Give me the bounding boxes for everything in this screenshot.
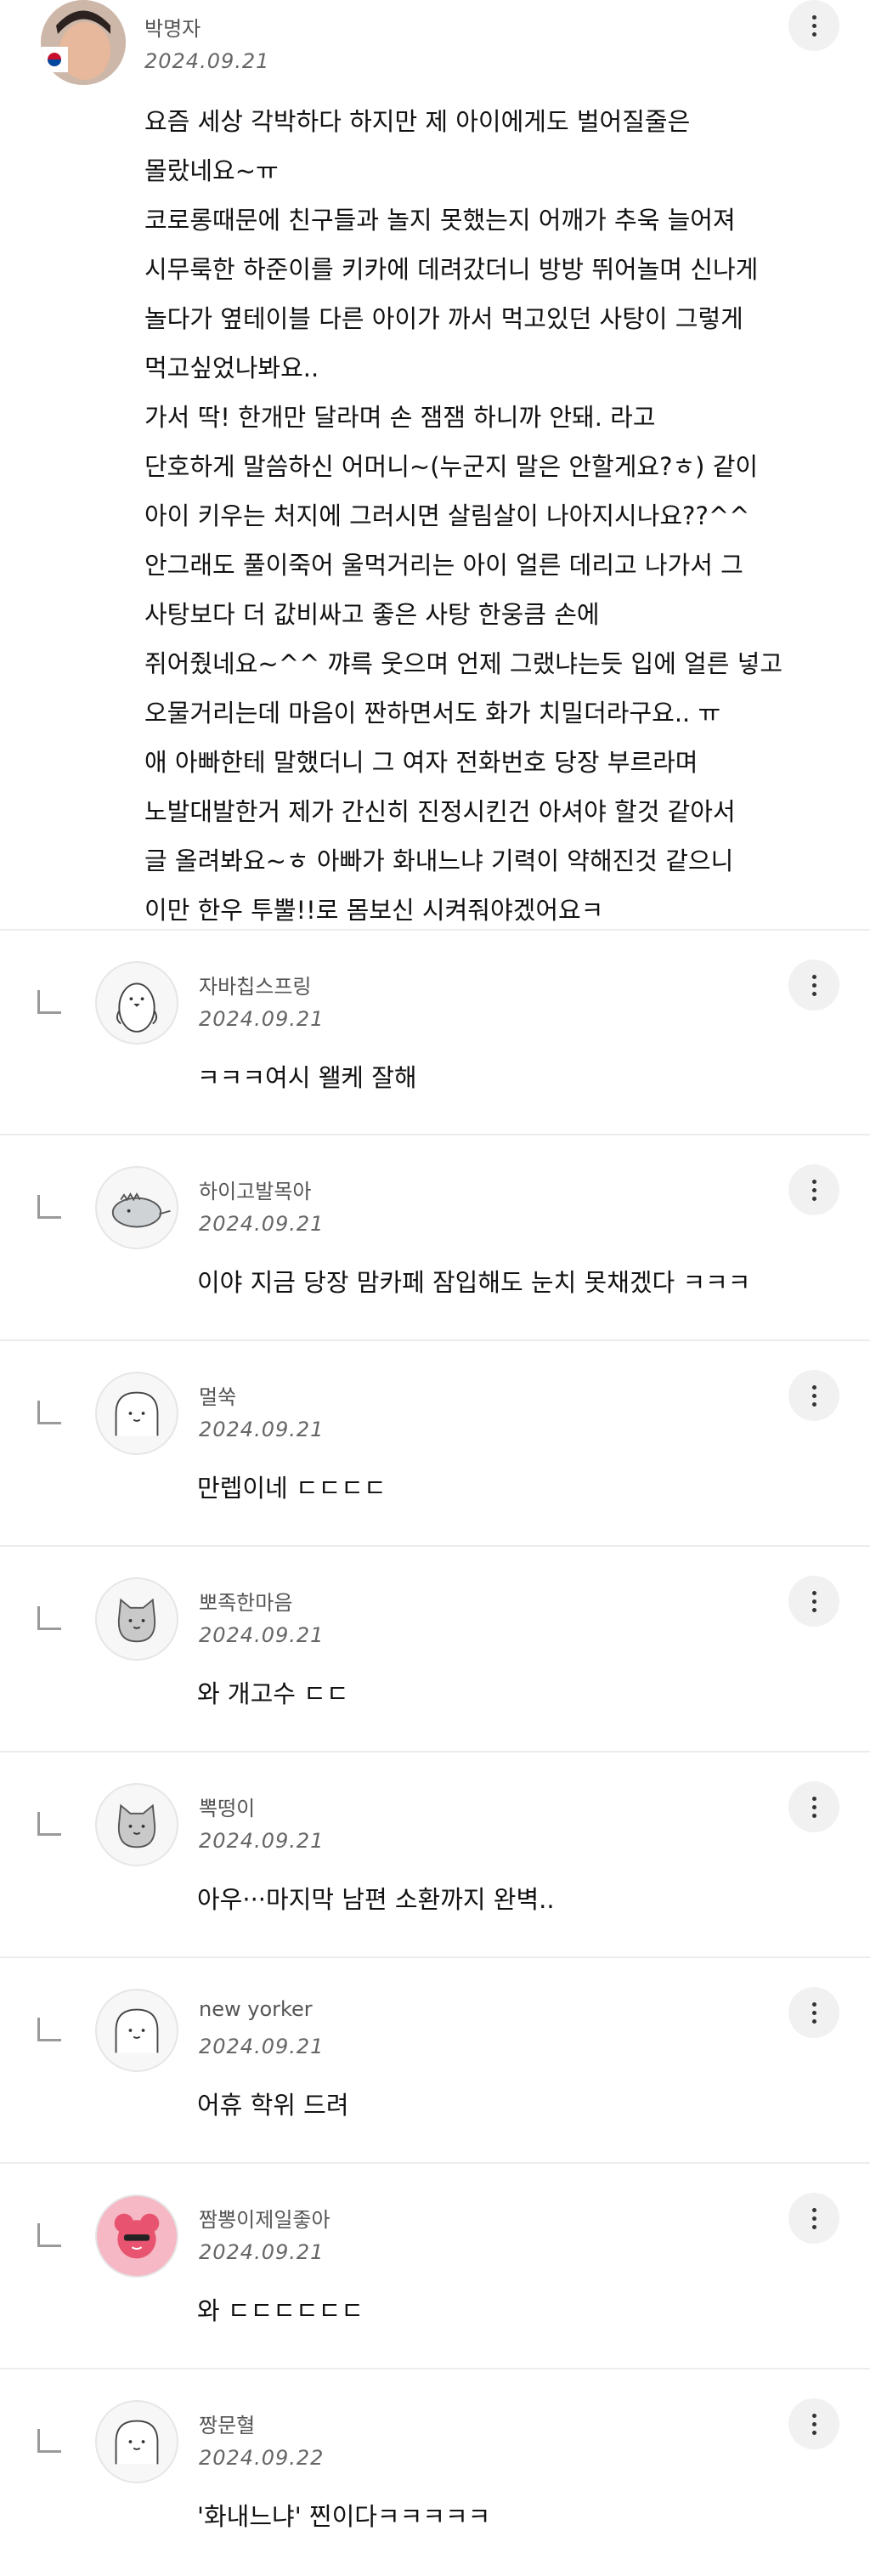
post-date: 2024.09.21 xyxy=(144,49,270,73)
reply-more-button[interactable] xyxy=(788,2193,839,2244)
reply-date: 2024.09.21 xyxy=(199,1418,325,1441)
reply-date: 2024.09.22 xyxy=(199,2446,325,2470)
reply-item: 짱문혈 2024.09.22 '화내느냐' 찐이다ㅋㅋㅋㅋㅋ xyxy=(0,2369,870,2573)
reply-more-button[interactable] xyxy=(788,1370,839,1421)
post-author[interactable]: 박명자 xyxy=(144,12,201,42)
post-line: 가서 딱! 한개만 달라며 손 잼잼 하니까 안돼. 라고 xyxy=(144,403,656,432)
reply-more-button[interactable] xyxy=(788,1576,839,1627)
post-line: 코로롱때문에 친구들과 놀지 못했는지 어깨가 추욱 늘어져 xyxy=(144,206,736,235)
post-line: 글 올려봐요~ㅎ 아빠가 화내느냐 기력이 약해진것 같으니 xyxy=(144,846,734,875)
reply-text: 아우···마지막 남편 소환까지 완벽.. xyxy=(197,1885,555,1914)
reply-author[interactable]: 자바칩스프링 xyxy=(199,970,311,999)
cat-icon xyxy=(117,1598,156,1643)
reply-arrow-icon xyxy=(37,1606,61,1630)
reply-date: 2024.09.21 xyxy=(199,1212,325,1236)
reply-text: 어휴 학위 드려 xyxy=(197,2091,349,2120)
post-line: 사탕보다 더 값비싸고 좋은 사탕 한웅큼 손에 xyxy=(144,600,600,629)
reply-author[interactable]: 짱문혈 xyxy=(199,2409,255,2438)
reply-date: 2024.09.21 xyxy=(199,1829,325,1853)
reply-more-button[interactable] xyxy=(788,1164,839,1215)
reply-author[interactable]: 뽀족한마음 xyxy=(199,1586,292,1616)
post-line: 몰랐네요~ㅠ xyxy=(144,156,279,185)
ghost-icon xyxy=(115,2420,159,2465)
more-vertical-icon xyxy=(811,1590,816,1612)
reply-arrow-icon xyxy=(37,1195,61,1219)
reply-text: 이야 지금 당장 맘카페 잠입해도 눈치 못채겠다 ㅋㅋㅋ xyxy=(197,1268,751,1297)
reply-item: 뽀족한마음 2024.09.21 와 개고수 ㄷㄷ xyxy=(0,1547,870,1751)
reply-avatar[interactable] xyxy=(95,2194,178,2278)
reply-item: 뽁떵이 2024.09.21 아우···마지막 남편 소환까지 완벽.. xyxy=(0,1752,870,1956)
reply-avatar[interactable] xyxy=(95,961,178,1045)
post-line: 단호하게 말씀하신 어머니~(누군지 말은 안할게요?ㅎ) 같이 xyxy=(144,452,759,481)
cat-icon xyxy=(117,1803,156,1848)
reply-author[interactable]: 멀쑥 xyxy=(199,1380,236,1410)
reply-author[interactable]: 하이고발목아 xyxy=(199,1175,311,1204)
more-vertical-icon xyxy=(811,2207,816,2229)
reply-author[interactable]: 뽁떵이 xyxy=(199,1792,255,1821)
post-line: 시무룩한 하준이를 키카에 데려갔더니 방방 뛰어놀며 신나게 xyxy=(144,255,759,284)
reply-date: 2024.09.21 xyxy=(199,1623,325,1647)
dinosaur-icon xyxy=(111,1192,171,1228)
reply-arrow-icon xyxy=(37,2018,61,2041)
more-vertical-icon xyxy=(811,2413,816,2435)
reply-item: 하이고발목아 2024.09.21 이야 지금 당장 맘카페 잠입해도 눈치 못… xyxy=(0,1135,870,1339)
reply-text: 만렙이네 ㄷㄷㄷㄷ xyxy=(197,1474,387,1503)
reply-text: 와 개고수 ㄷㄷ xyxy=(197,1679,349,1708)
post-line: 요즘 세상 각박하다 하지만 제 아이에게도 벌어질줄은 xyxy=(144,107,691,136)
post-line: 애 아빠한테 말했더니 그 여자 전화번호 당장 부르라며 xyxy=(144,748,698,777)
reply-arrow-icon xyxy=(37,990,61,1014)
reply-arrow-icon xyxy=(37,1812,61,1836)
reply-date: 2024.09.21 xyxy=(199,2035,325,2058)
more-vertical-icon xyxy=(811,2001,816,2024)
reply-item: 짬뽕이제일좋아 2024.09.21 와 ㄷㄷㄷㄷㄷㄷ xyxy=(0,2164,870,2368)
reply-item: 자바칩스프링 2024.09.21 ㅋㅋㅋ여시 왤케 잘해 xyxy=(0,931,870,1135)
reply-date: 2024.09.21 xyxy=(199,1007,325,1031)
reply-avatar[interactable] xyxy=(95,1989,178,2072)
reply-more-button[interactable] xyxy=(788,1987,839,2038)
author-avatar[interactable] xyxy=(41,0,126,85)
post-line: 오물거리는데 마음이 짠하면서도 화가 치밀더라구요.. ㅠ xyxy=(144,699,721,728)
reply-avatar[interactable] xyxy=(95,1577,178,1661)
ghost-icon xyxy=(115,2008,159,2053)
more-vertical-icon xyxy=(811,1796,816,1818)
more-vertical-icon xyxy=(811,1384,816,1407)
penguin-icon xyxy=(116,982,157,1033)
reply-text: 와 ㄷㄷㄷㄷㄷㄷ xyxy=(197,2296,364,2325)
post-line: 아이 키우는 처지에 그러시면 살림살이 나아지시나요??^^ xyxy=(144,501,750,530)
reply-more-button[interactable] xyxy=(788,960,839,1011)
post-body: 요즘 세상 각박하다 하지만 제 아이에게도 벌어질줄은 몰랐네요~ㅠ 코로롱때… xyxy=(144,97,807,935)
reply-more-button[interactable] xyxy=(788,2398,839,2449)
reply-item: 멀쑥 2024.09.21 만렙이네 ㄷㄷㄷㄷ xyxy=(0,1341,870,1545)
reply-avatar[interactable] xyxy=(95,1372,178,1455)
more-vertical-icon xyxy=(811,974,816,996)
reply-avatar[interactable] xyxy=(95,1166,178,1249)
ghost-icon xyxy=(115,1391,159,1436)
more-vertical-icon xyxy=(811,1179,816,1201)
post-line: 놀다가 옆테이블 다른 아이가 까서 먹고있던 사탕이 그렇게 xyxy=(144,304,743,333)
post-more-button[interactable] xyxy=(788,0,839,51)
main-post: 박명자 2024.09.21 요즘 세상 각박하다 하지만 제 아이에게도 벌어… xyxy=(0,0,870,929)
reply-author[interactable]: new yorker xyxy=(199,1997,313,2021)
post-line: 노발대발한거 제가 간신히 진정시킨건 아셔야 할것 같아서 xyxy=(144,797,736,826)
post-line: 쥐어줬네요~^^ 꺄륵 웃으며 언제 그랬냐는듯 입에 얼른 넣고 xyxy=(144,649,783,678)
more-vertical-icon xyxy=(811,14,816,37)
reply-text: ㅋㅋㅋ여시 왤케 잘해 xyxy=(197,1063,417,1092)
post-line: 안그래도 풀이죽어 울먹거리는 아이 얼른 데리고 나가서 그 xyxy=(144,551,743,580)
pink-character-icon xyxy=(97,2196,177,2276)
reply-avatar[interactable] xyxy=(95,1783,178,1866)
reply-arrow-icon xyxy=(37,2429,61,2453)
reply-date: 2024.09.21 xyxy=(199,2240,325,2264)
reply-text: '화내느냐' 찐이다ㅋㅋㅋㅋㅋ xyxy=(197,2502,491,2531)
reply-arrow-icon xyxy=(37,2223,61,2247)
reply-arrow-icon xyxy=(37,1401,61,1424)
post-line: 이만 한우 투뿔!!로 몸보신 시켜줘야겠어요ㅋ xyxy=(144,896,604,925)
reply-author[interactable]: 짬뽕이제일좋아 xyxy=(199,2203,330,2233)
reply-avatar[interactable] xyxy=(95,2400,178,2483)
post-line: 먹고싶었나봐요.. xyxy=(144,354,319,382)
reply-more-button[interactable] xyxy=(788,1781,839,1832)
reply-item: new yorker 2024.09.21 어휴 학위 드려 xyxy=(0,1958,870,2162)
profile-photo-icon xyxy=(41,0,126,85)
